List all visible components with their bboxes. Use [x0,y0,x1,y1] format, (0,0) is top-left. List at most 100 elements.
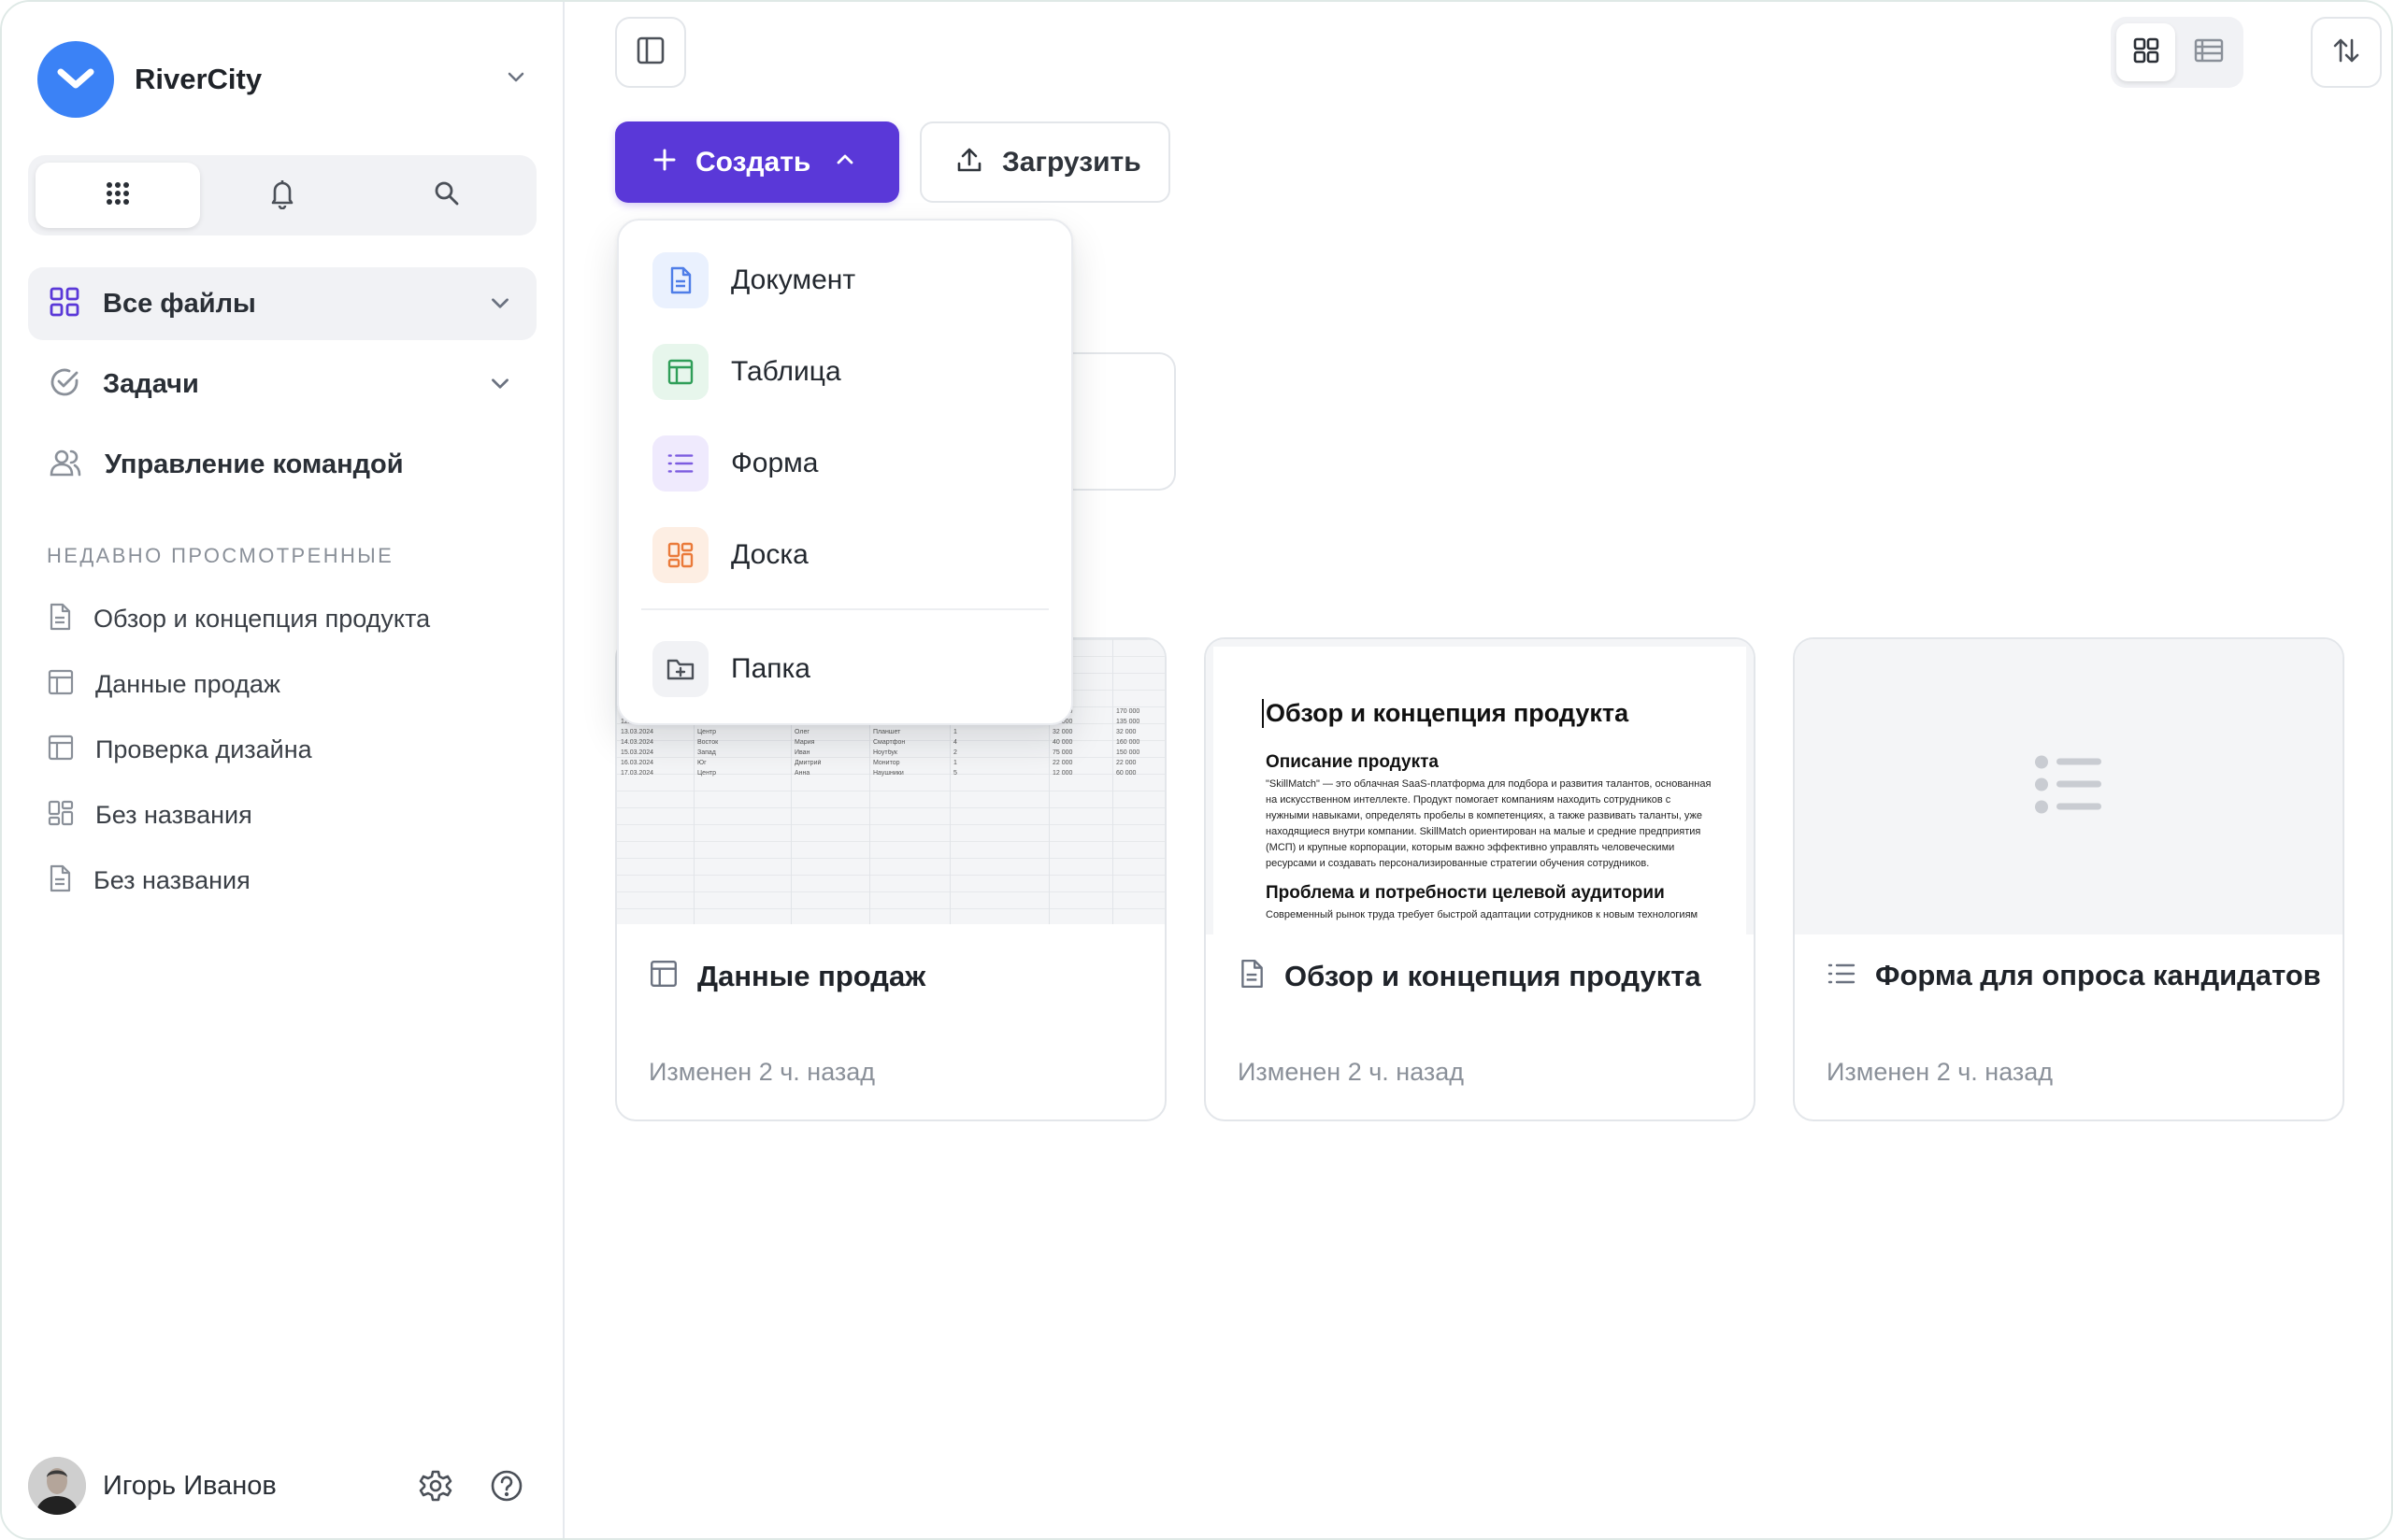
sheet-preview-cell: Олег [795,729,810,735]
folder-card-partial[interactable] [1069,352,1176,491]
tab-search[interactable] [365,163,529,228]
sidebar-item-label: Управление командой [105,449,404,479]
upload-button[interactable]: Загрузить [920,121,1170,203]
menu-item-folder[interactable]: Папка [652,639,1045,699]
plus-icon [652,148,677,177]
menu-item-label: Форма [731,448,819,478]
recent-section-title: НЕДАВНО ПРОСМОТРЕННЫЕ [47,544,394,567]
menu-item-table[interactable]: Таблица [652,342,1045,402]
view-mode-toggle [2111,17,2243,88]
sidebar-item-tasks[interactable]: Задачи [28,348,537,421]
doc-preview-subheading: Описание продукта [1266,752,1439,772]
brand-logo [37,41,114,118]
card-title: Обзор и концепция продукта [1284,959,1701,992]
sheet-preview-cell: Запад [697,749,716,756]
sheet-preview-cell: Центр [697,770,717,777]
menu-item-label: Папка [731,653,810,684]
document-icon [652,252,709,308]
tab-apps[interactable] [36,163,200,228]
sheet-preview-cell: 1 [953,729,957,735]
card-modified: Изменен 2 ч. назад [1827,1058,2054,1086]
document-icon [47,864,73,897]
recent-item[interactable]: Без названия [47,787,533,843]
sidebar-item-team[interactable]: Управление командой [28,428,537,501]
board-icon [652,527,709,583]
doc-preview: Обзор и концепция продукта Описание прод… [1206,639,1754,934]
sheet-preview-cell: 170 000 [1116,708,1140,715]
sheet-preview-row: 17.03.2024 Центр Анна Наушники 5 12 000 60 000 [617,770,1165,781]
chevron-down-icon[interactable] [505,65,527,93]
sidebar-tab-switcher [28,155,537,235]
recent-item-label: Без названия [95,800,252,829]
card-modified: Изменен 2 ч. назад [1238,1058,1465,1086]
menu-item-form[interactable]: Форма [652,434,1045,493]
sheet-preview-cell: 22 000 [1116,760,1137,766]
bell-icon [267,178,297,214]
upload-button-label: Загрузить [1002,146,1141,178]
doc-preview-paragraph: "SkillMatch" — это облачная SaaS-платфор… [1266,778,1712,869]
sheet-preview-cell: 32 000 [1053,729,1073,735]
app-window: RiverCity Все файлы Задачи Управление ко… [0,0,2393,1540]
toggle-sidebar-button[interactable] [615,17,686,88]
sidebar-item-label: Все файлы [103,288,256,319]
chevron-up-icon [835,150,855,175]
sidebar-item-label: Задачи [103,368,199,399]
sheet-preview-cell: Центр [697,729,717,735]
sheet-preview-cell: Юг [697,760,707,766]
sheet-preview-cell: 14.03.2024 [621,739,654,746]
sort-button[interactable] [2311,17,2382,88]
sheet-preview-cell: Планшет [873,729,901,735]
recent-item[interactable]: Обзор и концепция продукта [47,591,533,647]
sheet-preview-cell: 135 000 [1116,719,1140,725]
help-icon[interactable] [490,1469,523,1507]
sheet-preview-cell: 4 [953,739,957,746]
sidebar-item-all-files[interactable]: Все файлы [28,267,537,340]
sheet-preview-cell: 16.03.2024 [621,760,654,766]
sheet-preview-cell: Анна [795,770,810,777]
sidebar-panel-icon [635,35,666,71]
grid-view-button[interactable] [2116,23,2175,81]
list-icon [2034,755,2103,820]
chevron-down-icon[interactable] [488,371,512,400]
board-icon [47,799,75,832]
recent-item[interactable]: Проверка дизайна [47,721,533,777]
user-profile[interactable]: Игорь Иванов [28,1456,537,1516]
sheet-preview-cell: 17.03.2024 [621,770,654,777]
sheet-preview-cell: Монитор [873,760,900,766]
apps-grid-icon [104,179,132,212]
create-button-label: Создать [695,146,811,178]
recent-item-label: Данные продаж [95,669,280,698]
sheet-preview-cell: 60 000 [1116,770,1137,777]
card-title: Данные продаж [697,959,926,992]
main-content: Создать Загрузить 11.03.2024Сев [565,2,2391,1538]
menu-item-label: Таблица [731,356,841,387]
doc-preview-subheading: Проблема и потребности целевой аудитории [1266,883,1665,903]
sheet-preview-cell: Восток [697,739,719,746]
check-circle-icon [49,366,80,403]
list-view-icon [2194,37,2224,68]
menu-item-document[interactable]: Документ [652,250,1045,310]
sheet-preview-cell: 13.03.2024 [621,729,654,735]
workspace-switcher[interactable]: RiverCity [37,41,533,118]
recent-item-label: Без названия [93,865,251,894]
sheet-preview-cell: 32 000 [1116,729,1137,735]
sheet-preview-cell: 150 000 [1116,749,1140,756]
create-menu: Документ Таблица Форма Доска Папка [617,219,1073,725]
recent-item-label: Проверка дизайна [95,734,312,763]
file-card-document[interactable]: Обзор и концепция продукта Описание прод… [1204,637,1755,1121]
recent-item[interactable]: Без названия [47,852,533,908]
upload-icon [955,146,983,178]
file-card-form[interactable]: Форма для опроса кандидатов Изменен 2 ч.… [1793,637,2344,1121]
tab-notifications[interactable] [200,163,365,228]
sheet-preview-cell: Иван [795,749,810,756]
document-icon [1238,959,1266,993]
doc-preview-paragraph: Современный рынок труда требует быстрой … [1266,909,1698,920]
create-button[interactable]: Создать [615,121,899,203]
menu-item-board[interactable]: Доска [652,525,1045,585]
gear-icon[interactable] [419,1469,452,1507]
sheet-preview-cell: 1 [953,760,957,766]
list-view-button[interactable] [2179,23,2238,81]
grid-icon [2132,36,2160,69]
recent-item[interactable]: Данные продаж [47,656,533,712]
chevron-down-icon[interactable] [488,291,512,320]
